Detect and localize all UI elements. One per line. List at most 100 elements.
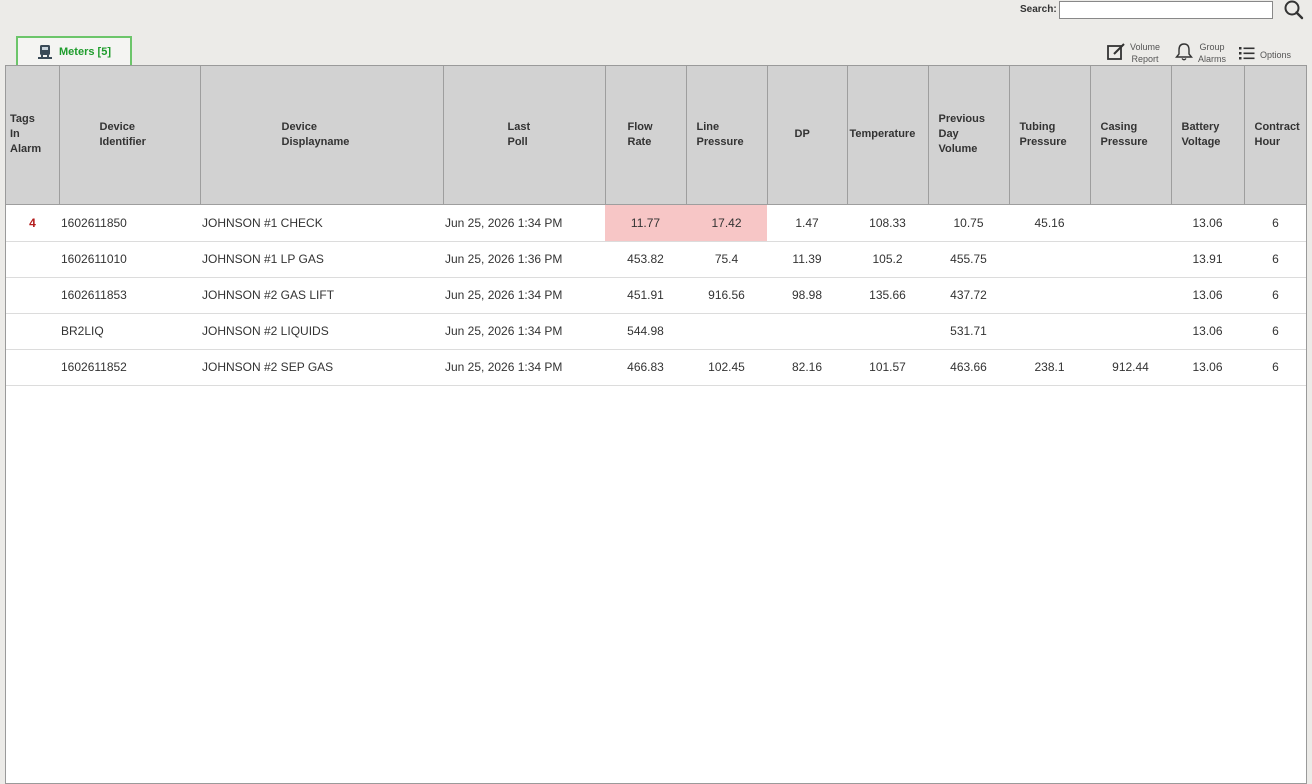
device-displayname-cell: JOHNSON #2 GAS LIFT [200,277,443,314]
casing-pressure-cell [1090,277,1171,314]
column-header-casing-pressure[interactable]: Casing Pressure [1090,66,1172,205]
tubing-pressure-cell [1009,313,1090,350]
flow-rate-cell: 466.83 [605,349,686,386]
tags-in-alarm-cell [6,241,59,278]
tags-in-alarm-cell: 4 [6,204,59,242]
table-row[interactable]: 4 1602611850 JOHNSON #1 CHECK Jun 25, 20… [6,204,1306,242]
column-header-tubing-pressure[interactable]: Tubing Pressure [1009,66,1091,205]
header-row: Tags In Alarm Device Identifier Device D… [6,66,1306,205]
column-header-dp[interactable]: DP [767,66,848,205]
list-icon [1238,45,1256,64]
column-header-temperature[interactable]: Temperature [847,66,929,205]
dp-cell: 11.39 [767,241,847,278]
line-pressure-cell: 916.56 [686,277,767,314]
previous-day-volume-cell: 455.75 [928,241,1009,278]
temperature-cell [847,313,928,350]
line-pressure-cell: 75.4 [686,241,767,278]
battery-voltage-cell: 13.06 [1171,204,1244,242]
search-input[interactable] [1059,1,1273,19]
meter-icon [37,44,53,60]
battery-voltage-cell: 13.06 [1171,277,1244,314]
line-pressure-cell: 17.42 [686,204,767,242]
table-row[interactable]: BR2LIQ JOHNSON #2 LIQUIDS Jun 25, 2026 1… [6,313,1306,350]
group-alarms-label: Group Alarms [1198,42,1227,64]
last-poll-cell: Jun 25, 2026 1:34 PM [443,313,605,350]
casing-pressure-cell [1090,204,1171,242]
search-label: Search: [1020,4,1057,15]
previous-day-volume-cell: 531.71 [928,313,1009,350]
device-identifier-cell: BR2LIQ [59,313,200,350]
tags-in-alarm-cell [6,349,59,386]
column-header-contract-hour[interactable]: Contract Hour [1244,66,1306,205]
column-header-previous-day-volume[interactable]: Previous Day Volume [928,66,1010,205]
device-displayname-cell: JOHNSON #2 SEP GAS [200,349,443,386]
tubing-pressure-cell [1009,241,1090,278]
temperature-cell: 105.2 [847,241,928,278]
column-header-last-poll[interactable]: Last Poll [443,66,606,205]
casing-pressure-cell [1090,241,1171,278]
device-displayname-cell: JOHNSON #2 LIQUIDS [200,313,443,350]
last-poll-cell: Jun 25, 2026 1:34 PM [443,204,605,242]
last-poll-cell: Jun 25, 2026 1:34 PM [443,349,605,386]
column-header-device-displayname[interactable]: Device Displayname [200,66,444,205]
tubing-pressure-cell: 45.16 [1009,204,1090,242]
column-header-device-identifier[interactable]: Device Identifier [59,66,201,205]
column-header-flow-rate[interactable]: Flow Rate [605,66,687,205]
column-header-battery-voltage[interactable]: Battery Voltage [1171,66,1245,205]
device-displayname-cell: JOHNSON #1 LP GAS [200,241,443,278]
dp-cell: 98.98 [767,277,847,314]
flow-rate-cell: 453.82 [605,241,686,278]
table-row[interactable]: 1602611853 JOHNSON #2 GAS LIFT Jun 25, 2… [6,277,1306,314]
options-label: Options [1260,49,1292,60]
tubing-pressure-cell: 238.1 [1009,349,1090,386]
temperature-cell: 101.57 [847,349,928,386]
volume-report-button[interactable]: Volume Report [1106,41,1160,65]
casing-pressure-cell: 912.44 [1090,349,1171,386]
previous-day-volume-cell: 437.72 [928,277,1009,314]
options-button[interactable]: Options [1238,45,1291,64]
device-identifier-cell: 1602611852 [59,349,200,386]
last-poll-cell: Jun 25, 2026 1:36 PM [443,241,605,278]
column-header-line-pressure[interactable]: Line Pressure [686,66,768,205]
search-icon[interactable] [1283,0,1305,20]
previous-day-volume-cell: 463.66 [928,349,1009,386]
meters-grid: Tags In Alarm Device Identifier Device D… [5,65,1307,784]
contract-hour-cell: 6 [1244,204,1306,242]
dp-cell: 1.47 [767,204,847,242]
meters-table: Tags In Alarm Device Identifier Device D… [6,66,1306,386]
battery-voltage-cell: 13.91 [1171,241,1244,278]
tab-label: Meters [5] [59,46,111,58]
tubing-pressure-cell [1009,277,1090,314]
line-pressure-cell: 102.45 [686,349,767,386]
device-identifier-cell: 1602611853 [59,277,200,314]
flow-rate-cell: 451.91 [605,277,686,314]
casing-pressure-cell [1090,313,1171,350]
dp-cell [767,313,847,350]
tags-in-alarm-cell [6,277,59,314]
table-row[interactable]: 1602611010 JOHNSON #1 LP GAS Jun 25, 202… [6,241,1306,278]
bell-icon [1174,42,1194,65]
last-poll-cell: Jun 25, 2026 1:34 PM [443,277,605,314]
group-alarms-button[interactable]: Group Alarms [1174,41,1226,65]
tags-in-alarm-cell [6,313,59,350]
contract-hour-cell: 6 [1244,349,1306,386]
contract-hour-cell: 6 [1244,277,1306,314]
device-displayname-cell: JOHNSON #1 CHECK [200,204,443,242]
contract-hour-cell: 6 [1244,241,1306,278]
battery-voltage-cell: 13.06 [1171,349,1244,386]
flow-rate-cell: 544.98 [605,313,686,350]
temperature-cell: 108.33 [847,204,928,242]
edit-report-icon [1106,42,1126,65]
dp-cell: 82.16 [767,349,847,386]
table-row[interactable]: 1602611852 JOHNSON #2 SEP GAS Jun 25, 20… [6,349,1306,386]
tab-meters[interactable]: Meters [5] [16,36,132,66]
temperature-cell: 135.66 [847,277,928,314]
battery-voltage-cell: 13.06 [1171,313,1244,350]
volume-report-label: Volume Report [1130,42,1161,64]
column-header-tags-in-alarm[interactable]: Tags In Alarm [6,66,60,205]
contract-hour-cell: 6 [1244,313,1306,350]
flow-rate-cell: 11.77 [605,204,686,242]
device-identifier-cell: 1602611850 [59,204,200,242]
device-identifier-cell: 1602611010 [59,241,200,278]
previous-day-volume-cell: 10.75 [928,204,1009,242]
